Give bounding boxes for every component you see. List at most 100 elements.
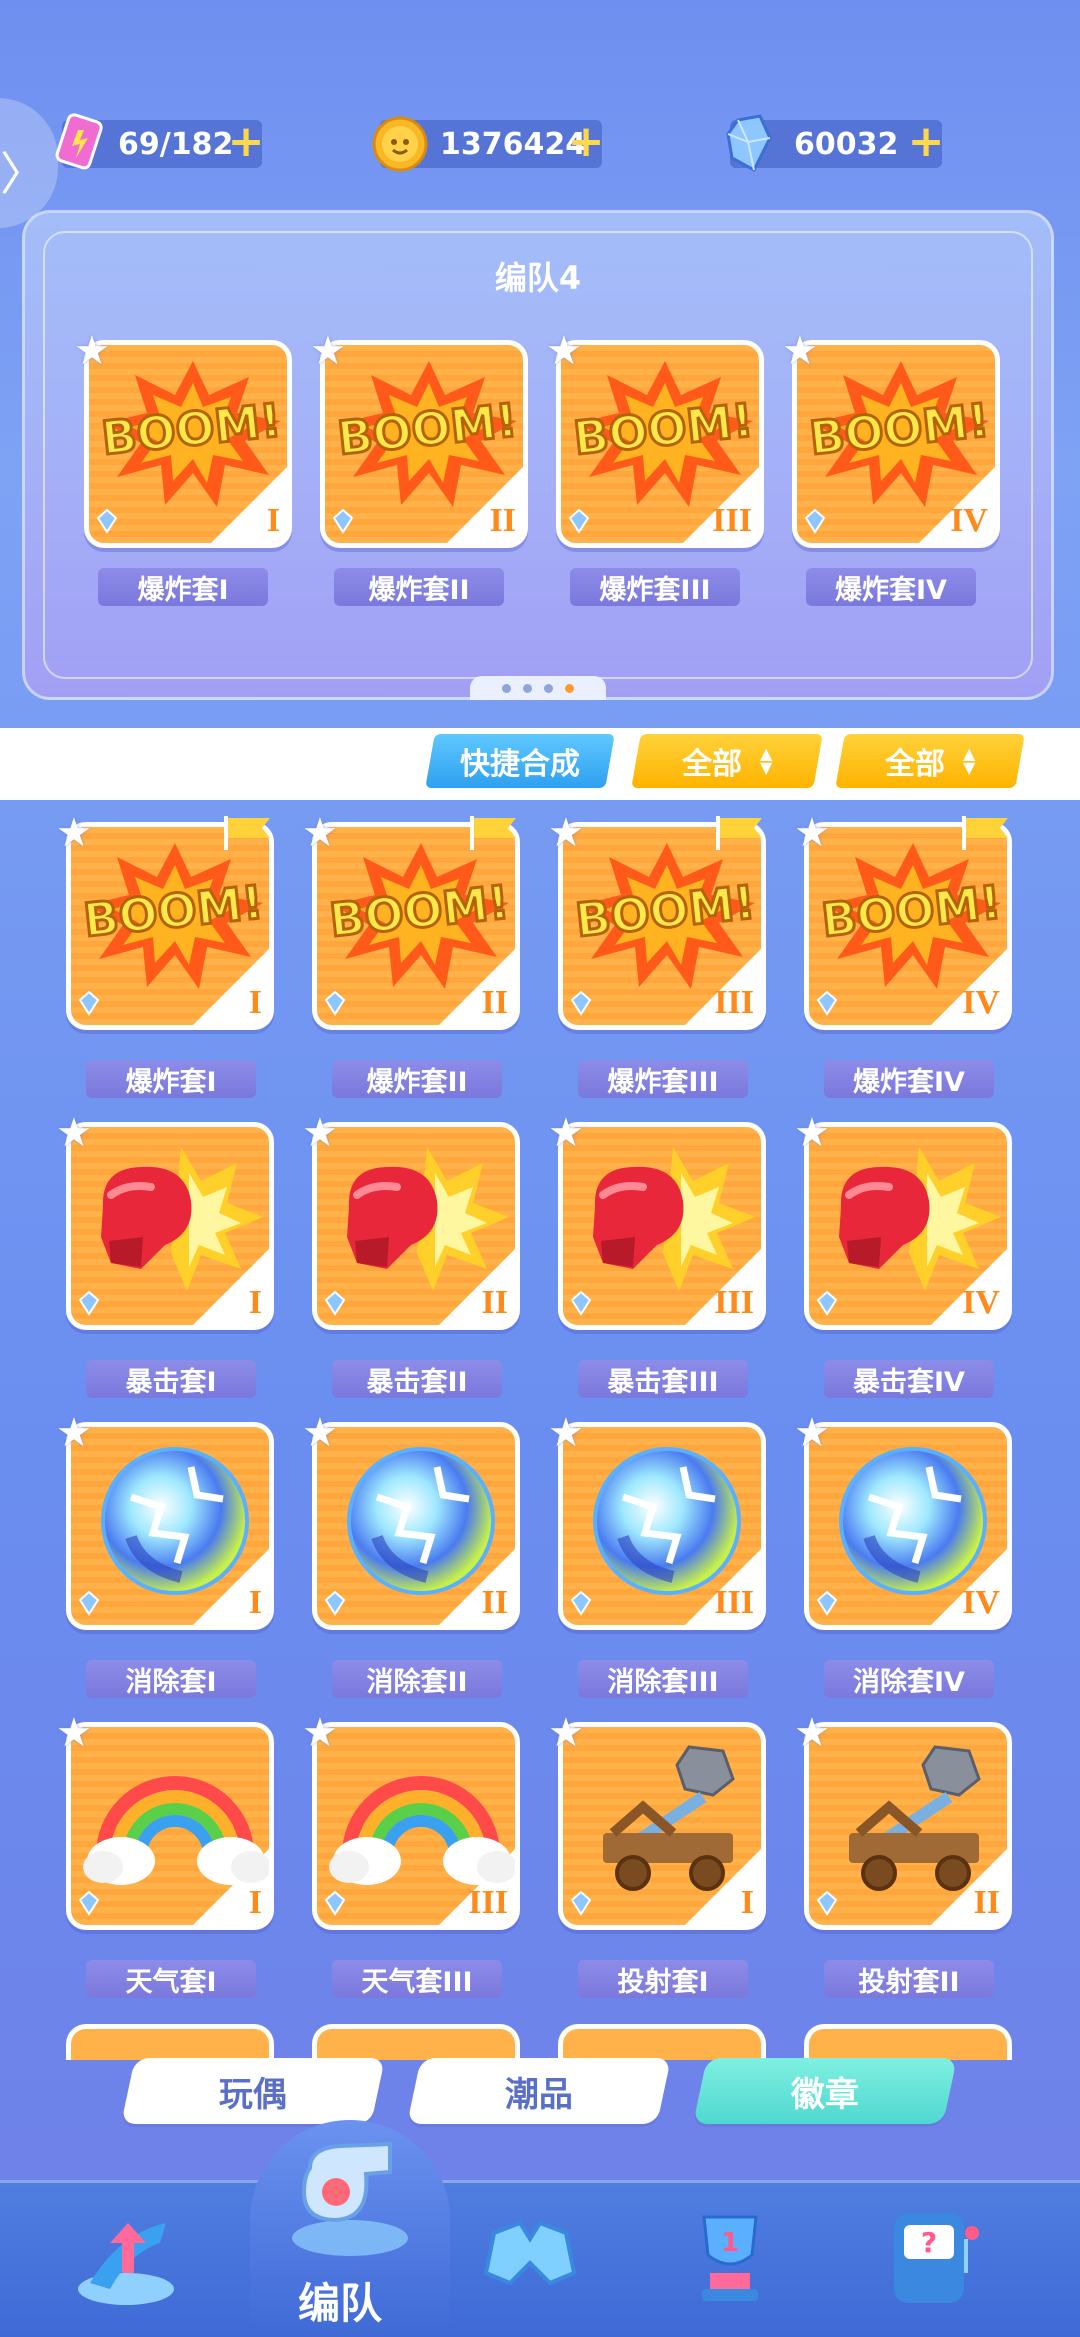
page-dot[interactable] xyxy=(523,683,532,693)
badge-label: 消除套II xyxy=(332,1660,502,1698)
badge-label: 暴击套II xyxy=(332,1360,502,1398)
filter-2-label: 全部 xyxy=(884,747,945,782)
badge-card[interactable]: ★ II xyxy=(794,1710,1012,1930)
partial-card[interactable] xyxy=(804,2024,1012,2060)
star-icon[interactable]: ★ xyxy=(56,1710,92,1756)
badge-card[interactable]: ★ II xyxy=(302,1110,520,1330)
whistle-icon xyxy=(292,2141,408,2256)
gem-mini-icon xyxy=(570,1290,592,1316)
partial-card[interactable] xyxy=(558,2024,766,2060)
partial-card[interactable] xyxy=(312,2024,520,2060)
tier-numeral: IV xyxy=(962,1284,1000,1321)
star-icon[interactable]: ★ xyxy=(302,1110,338,1156)
gem-mini-icon xyxy=(816,1590,838,1616)
star-icon[interactable]: ★ xyxy=(548,1710,584,1756)
badge-label: 天气套III xyxy=(332,1960,502,1998)
gem-mini-icon xyxy=(570,1590,592,1616)
badge-card[interactable]: ★ I xyxy=(56,1710,274,1930)
boom-explosion-icon: BOOM! xyxy=(571,361,757,507)
badge-label: 消除套IV xyxy=(824,1660,994,1698)
filter-dropdown-1[interactable]: 全部 ▲ ▼ xyxy=(631,734,823,788)
badge-card[interactable]: ★ I xyxy=(56,1410,274,1630)
star-icon[interactable]: ★ xyxy=(310,328,346,374)
catapult-icon xyxy=(603,1745,735,1891)
badge-card[interactable]: BOOM! ★ I xyxy=(74,328,292,548)
magic-orb-icon xyxy=(101,1447,249,1595)
quick-merge-button[interactable]: 快捷合成 xyxy=(425,734,615,788)
star-icon[interactable]: ★ xyxy=(794,810,830,856)
nav-upgrade[interactable] xyxy=(70,2203,210,2323)
boxing-glove-icon xyxy=(101,1147,263,1291)
team-slot-label: 爆炸套IV xyxy=(806,568,976,606)
gem-mini-icon xyxy=(570,1890,592,1916)
star-icon[interactable]: ★ xyxy=(794,1410,830,1456)
star-icon[interactable]: ★ xyxy=(548,810,584,856)
badge-label: 投射套II xyxy=(824,1960,994,1998)
star-icon[interactable]: ★ xyxy=(74,328,110,374)
badge-card[interactable]: ★ III xyxy=(302,1710,520,1930)
gem-mini-icon xyxy=(568,508,590,534)
team-slot-label: 爆炸套II xyxy=(334,568,504,606)
badge-label: 暴击套III xyxy=(578,1360,748,1398)
badge-card[interactable]: ★ III xyxy=(548,1410,766,1630)
partial-card[interactable] xyxy=(66,2024,274,2060)
add-stamina-button[interactable]: + xyxy=(224,120,268,166)
badge-card[interactable]: BOOM! ★ II xyxy=(310,328,528,548)
tier-numeral: III xyxy=(714,1584,754,1621)
tab-dolls[interactable]: 玩偶 xyxy=(120,2058,386,2124)
badge-label: 天气套I xyxy=(86,1960,256,1998)
page-dot-active[interactable] xyxy=(565,683,574,693)
tier-numeral: II xyxy=(489,502,516,539)
badge-card[interactable]: BOOM! ★ III xyxy=(548,810,766,1030)
svg-text:1: 1 xyxy=(721,2228,739,2258)
badge-card[interactable]: BOOM! ★ IV xyxy=(794,810,1012,1030)
filter-dropdown-2[interactable]: 全部 ▲ ▼ xyxy=(835,734,1025,788)
star-icon[interactable]: ★ xyxy=(546,328,582,374)
star-icon[interactable]: ★ xyxy=(548,1110,584,1156)
star-icon[interactable]: ★ xyxy=(302,1410,338,1456)
badge-card[interactable]: BOOM! ★ I xyxy=(56,810,274,1030)
tier-numeral: I xyxy=(248,1284,262,1321)
gem-mini-icon xyxy=(78,990,100,1016)
tab-badges[interactable]: 徽章 xyxy=(692,2058,958,2124)
badge-card[interactable]: BOOM! ★ II xyxy=(302,810,520,1030)
star-icon[interactable]: ★ xyxy=(548,1410,584,1456)
badge-card[interactable]: ★ I xyxy=(548,1710,766,1930)
star-icon[interactable]: ★ xyxy=(56,810,92,856)
tier-numeral: I xyxy=(248,1584,262,1621)
page-dot[interactable] xyxy=(502,683,511,693)
badge-card[interactable]: ★ IV xyxy=(794,1410,1012,1630)
boxing-glove-icon xyxy=(593,1147,755,1291)
star-icon[interactable]: ★ xyxy=(56,1410,92,1456)
page-dot[interactable] xyxy=(544,683,553,693)
badge-card[interactable]: BOOM! ★ III xyxy=(546,328,764,548)
star-icon[interactable]: ★ xyxy=(794,1710,830,1756)
badge-card[interactable]: ★ II xyxy=(302,1410,520,1630)
tier-numeral: I xyxy=(266,502,280,539)
magic-orb-icon xyxy=(593,1447,741,1595)
nav-trophy[interactable]: 1 xyxy=(670,2203,810,2323)
nav-team-active[interactable]: 编队 xyxy=(250,2120,450,2337)
star-icon[interactable]: ★ xyxy=(302,810,338,856)
tab-trendy[interactable]: 潮品 xyxy=(406,2058,672,2124)
trophy-icon: 1 xyxy=(702,2215,758,2301)
badge-card[interactable]: BOOM! ★ IV xyxy=(782,328,1000,548)
gem-mini-icon xyxy=(78,1590,100,1616)
badge-card[interactable]: ★ IV xyxy=(794,1110,1012,1330)
tier-numeral: IV xyxy=(950,502,988,539)
tab-trendy-label: 潮品 xyxy=(505,2074,573,2115)
star-icon[interactable]: ★ xyxy=(794,1110,830,1156)
badge-card[interactable]: ★ I xyxy=(56,1110,274,1330)
tier-numeral: IV xyxy=(962,984,1000,1021)
badge-card[interactable]: ★ III xyxy=(548,1110,766,1330)
nav-gamepad[interactable] xyxy=(470,2203,610,2323)
gem-mini-icon xyxy=(78,1890,100,1916)
nav-slot-machine[interactable]: ? xyxy=(870,2203,1010,2323)
rainbow-icon xyxy=(83,1776,269,1885)
star-icon[interactable]: ★ xyxy=(56,1110,92,1156)
add-gems-button[interactable]: + xyxy=(904,120,948,166)
flag-icon xyxy=(962,816,1008,850)
add-coins-button[interactable]: + xyxy=(564,120,608,166)
star-icon[interactable]: ★ xyxy=(782,328,818,374)
star-icon[interactable]: ★ xyxy=(302,1710,338,1756)
